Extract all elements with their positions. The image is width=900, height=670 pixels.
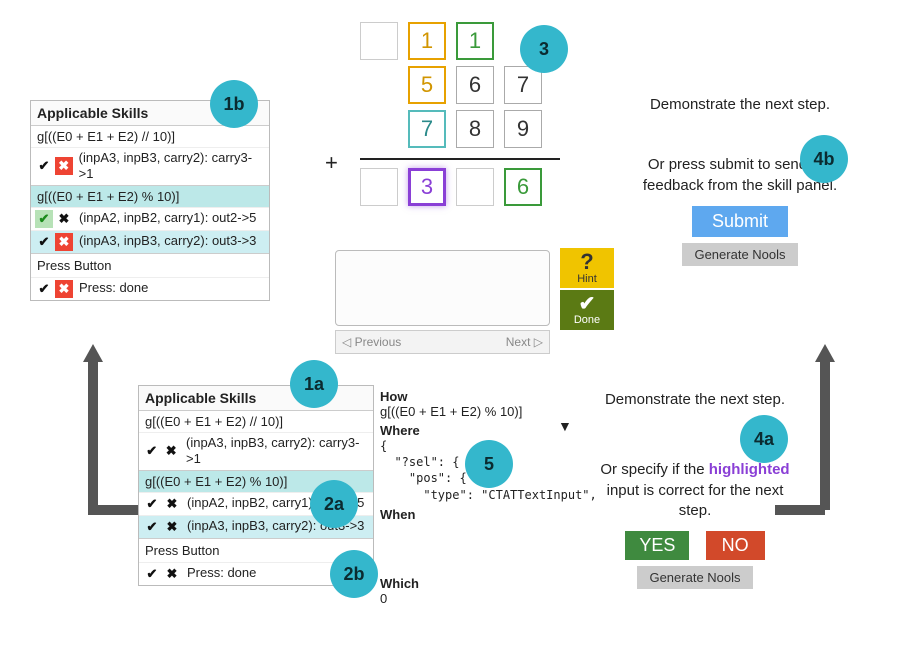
carry-cell[interactable] [360,22,398,60]
plus-sign: + [325,150,338,176]
callout-4b: 4b [800,135,848,183]
result-cell[interactable] [456,168,494,206]
skills-panel-top: Applicable Skills g[((E0 + E1 + E2) // 1… [30,100,270,301]
skill-header-2: g[((E0 + E1 + E2) % 10)] [31,185,269,207]
skill-row-3[interactable]: ✔ ✖ (inpA3, inpB3, carry2): out3->3 [31,230,269,253]
skill-header-1: g[((E0 + E1 + E2) // 10)] [31,125,269,147]
chevron-down-icon[interactable]: ▼ [558,418,572,434]
result-cell[interactable] [360,168,398,206]
skill-row-1[interactable]: ✔ ✖ (inpA3, inpB3, carry2): carry3->1 [31,147,269,185]
carry-row: 1 1 [360,22,620,66]
submit-button[interactable]: Submit [692,206,788,237]
press-button-label: Press Button [31,253,269,277]
which-value: 0 [380,591,590,606]
check-icon[interactable]: ✔ [143,565,161,583]
result-row: 3 6 [360,168,620,206]
skills-title: Applicable Skills [139,386,373,410]
callout-2b: 2b [330,550,378,598]
skill-header-1: g[((E0 + E1 + E2) // 10)] [139,410,373,432]
check-icon[interactable]: ✔ [143,518,161,536]
skill-row-text: (inpA2, inpB2, carry1): out2->5 [75,210,256,226]
hint-button[interactable]: ? Hint [560,248,614,288]
left-arrow-icon [68,330,128,530]
hint-label: Hint [577,273,597,285]
operand-row-2: 7 8 9 [360,110,620,154]
highlighted-word: highlighted [709,461,790,478]
prev-next-bar: ◁ Previous Next ▷ [335,330,550,354]
check-icon[interactable]: ✔ [35,157,53,175]
x-icon[interactable]: ✖ [163,565,181,583]
result-cell-highlighted[interactable]: 3 [408,168,446,206]
x-icon[interactable]: ✖ [55,157,73,175]
digit-cell: 5 [408,66,446,104]
done-label: Done [574,314,600,326]
callout-1b: 1b [210,80,258,128]
how-label: How [380,389,590,404]
how-expression: g[((E0 + E1 + E2) % 10)] [380,404,590,419]
carry-cell[interactable]: 1 [408,22,446,60]
callout-2a: 2a [310,480,358,528]
check-icon[interactable]: ✔ [143,442,161,460]
yes-button[interactable]: YES [625,531,689,560]
check-icon[interactable]: ✔ [35,210,53,228]
check-icon[interactable]: ✔ [35,233,53,251]
specify-text: Or specify if the highlighted input is c… [595,460,795,521]
skill-row-1[interactable]: ✔ ✖ (inpA3, inpB3, carry2): carry3->1 [139,432,373,470]
callout-4a: 4a [740,415,788,463]
x-icon[interactable]: ✖ [55,210,73,228]
check-icon[interactable]: ✔ [35,280,53,298]
operand-row-1: 5 6 7 [360,66,620,110]
skill-row-text: (inpA3, inpB3, carry2): carry3->1 [75,150,265,183]
skill-row-text: (inpA3, inpB3, carry2): carry3->1 [182,435,369,468]
x-icon[interactable]: ✖ [163,518,181,536]
skill-row-2[interactable]: ✔ ✖ (inpA2, inpB2, carry1): out2->5 [31,207,269,230]
which-label: Which [380,576,590,591]
question-icon: ? [580,251,593,273]
generate-nools-button[interactable]: Generate Nools [637,566,752,589]
no-button[interactable]: NO [706,531,765,560]
x-icon[interactable]: ✖ [55,280,73,298]
hint-done-stack: ? Hint ✔ Done [560,248,614,330]
skill-row-text: (inpA3, inpB3, carry2): out3->3 [75,233,256,249]
x-icon[interactable]: ✖ [163,495,181,513]
skill-row-4[interactable]: ✔ ✖ Press: done [31,277,269,300]
callout-1a: 1a [290,360,338,408]
when-label: When [380,507,590,522]
digit-cell: 9 [504,110,542,148]
check-icon[interactable]: ✔ [143,495,161,513]
feedback-textarea[interactable] [335,250,550,326]
previous-button[interactable]: ◁ Previous [342,335,401,349]
x-icon[interactable]: ✖ [55,233,73,251]
instructions-top: Demonstrate the next step. Or press subm… [640,95,840,266]
addition-problem: 1 1 5 6 7 7 8 9 3 6 [360,22,620,206]
check-icon: ✔ [579,294,596,314]
digit-cell: 6 [456,66,494,104]
demo-text: Demonstrate the next step. [640,95,840,115]
right-arrow-icon [800,330,860,530]
callout-5: 5 [465,440,513,488]
x-icon[interactable]: ✖ [163,442,181,460]
equals-bar [360,158,560,160]
callout-3: 3 [520,25,568,73]
skill-row-text: Press: done [183,565,256,581]
digit-cell: 7 [408,110,446,148]
digit-cell: 8 [456,110,494,148]
next-button[interactable]: Next ▷ [506,335,543,349]
generate-nools-button[interactable]: Generate Nools [682,243,797,266]
result-cell[interactable]: 6 [504,168,542,206]
carry-cell[interactable]: 1 [456,22,494,60]
done-button[interactable]: ✔ Done [560,290,614,330]
skill-row-text: Press: done [75,280,148,296]
demo-text: Demonstrate the next step. [595,390,795,410]
